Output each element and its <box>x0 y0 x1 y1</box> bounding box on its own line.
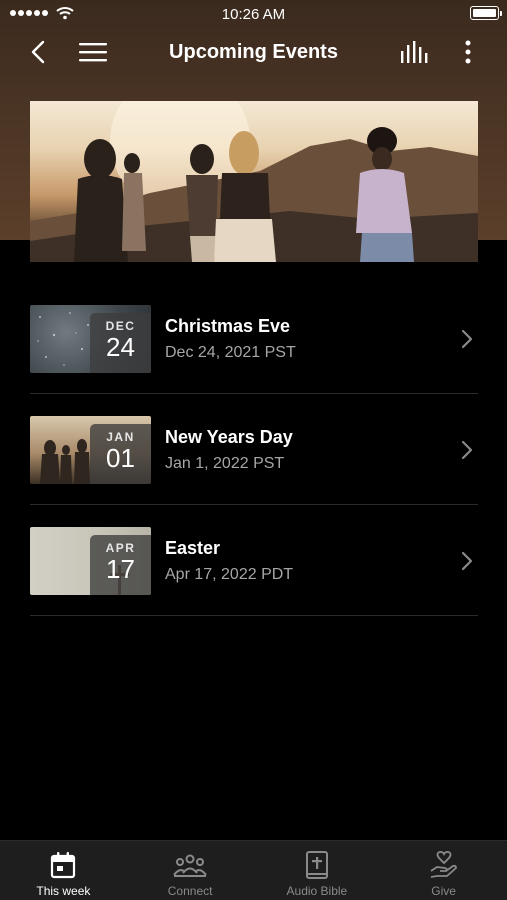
hero-image <box>30 101 478 262</box>
tab-label: This week <box>36 884 91 898</box>
event-title: New Years Day <box>165 427 293 447</box>
tab-bar: This week Connect Audio Bible Give <box>0 840 507 900</box>
event-date: Apr 17, 2022 PDT <box>165 566 294 583</box>
date-badge: JAN 01 <box>90 424 151 484</box>
hamburger-menu-icon <box>79 43 107 62</box>
tab-label: Connect <box>167 884 213 898</box>
chevron-right-icon <box>461 551 473 571</box>
event-row[interactable]: DEC 24 Christmas Eve Dec 24, 2021 PST <box>30 283 478 394</box>
date-day: 17 <box>106 554 135 584</box>
status-bar: 10:26 AM <box>0 0 507 28</box>
audio-bars-icon <box>401 41 428 63</box>
event-date: Jan 1, 2022 PST <box>165 455 285 472</box>
event-row[interactable]: APR 17 Easter Apr 17, 2022 PDT <box>30 505 478 616</box>
event-thumbnail: DEC 24 <box>30 305 151 373</box>
people-icon <box>173 854 207 877</box>
date-month: JAN <box>106 430 135 444</box>
event-date: Dec 24, 2021 PST <box>165 344 296 361</box>
tab-give[interactable]: Give <box>380 841 507 900</box>
battery-icon <box>470 6 502 20</box>
tab-label: Give <box>431 884 456 898</box>
event-row[interactable]: JAN 01 New Years Day Jan 1, 2022 PST <box>30 394 478 505</box>
chevron-right-icon <box>461 440 473 460</box>
menu-button[interactable] <box>73 32 113 72</box>
date-badge: APR 17 <box>90 535 151 595</box>
date-badge: DEC 24 <box>90 313 151 373</box>
date-month: APR <box>105 541 136 555</box>
event-title: Easter <box>165 538 221 558</box>
calendar-icon <box>51 852 76 879</box>
nav-bar: Upcoming Events <box>0 32 507 76</box>
chevron-right-icon <box>461 329 473 349</box>
status-time: 10:26 AM <box>221 6 286 23</box>
tab-audio-bible[interactable]: Audio Bible <box>254 841 381 900</box>
back-chevron-icon <box>31 40 45 64</box>
back-button[interactable] <box>18 32 58 72</box>
audio-button[interactable] <box>395 32 435 72</box>
date-month: DEC <box>105 319 136 333</box>
give-hand-heart-icon <box>430 851 457 878</box>
tab-connect[interactable]: Connect <box>127 841 254 900</box>
event-thumbnail: JAN 01 <box>30 416 151 484</box>
event-title: Christmas Eve <box>165 316 291 336</box>
date-day: 24 <box>106 332 135 362</box>
tab-this-week[interactable]: This week <box>0 841 127 900</box>
more-options-button[interactable] <box>448 32 488 72</box>
tab-label: Audio Bible <box>286 884 348 898</box>
events-list: DEC 24 Christmas Eve Dec 24, 2021 PST JA… <box>30 283 478 616</box>
more-vertical-icon <box>465 40 471 64</box>
date-day: 01 <box>106 443 135 473</box>
bible-icon <box>305 851 328 879</box>
event-thumbnail: APR 17 <box>30 527 151 595</box>
